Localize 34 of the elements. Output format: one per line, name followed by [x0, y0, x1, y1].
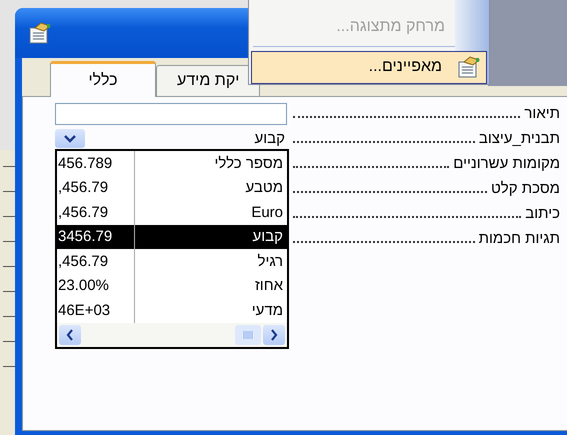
property-label: מקומות עשרוניים [453, 155, 560, 172]
format-name: מדעי [250, 302, 284, 319]
properties-icon [29, 22, 51, 44]
property-label: כיתוב [525, 205, 560, 222]
sample-value: 456.789 [57, 151, 135, 176]
sample-value: 23.00% [57, 274, 135, 298]
property-label: תבנית_עיצוב [478, 130, 560, 147]
chevron-left-icon [66, 328, 74, 340]
input-field[interactable] [55, 102, 287, 124]
sample-value: 3456.79 [57, 224, 135, 249]
menu-item[interactable]: מאפיינים... [251, 50, 487, 84]
chevron-down-icon [64, 134, 76, 142]
tab[interactable]: יקת מידע [156, 65, 260, 96]
property-label: תגיות חכמות [478, 230, 560, 247]
grip-icon [243, 330, 253, 338]
sample-value: ,456.79 [57, 176, 135, 200]
properties-icon [458, 56, 480, 78]
scroll-right-button[interactable] [263, 324, 285, 344]
horizontal-scrollbar[interactable] [57, 322, 287, 346]
format-name: מספר כללי [213, 154, 284, 172]
property-label: מסכת קלט [491, 180, 560, 197]
tab[interactable]: כללי [50, 61, 156, 97]
format-name: Euro [250, 204, 284, 221]
chevron-right-icon [270, 328, 278, 340]
format-name: קבוע [252, 228, 284, 246]
property-label: תיאור [524, 105, 560, 122]
format-name: אחוז [254, 277, 284, 294]
format-combo[interactable]: קבוע [55, 128, 287, 150]
sample-value: ,456.79 [57, 249, 135, 274]
scroll-thumb[interactable] [235, 324, 261, 344]
format-name: רגיל [256, 252, 284, 270]
dropdown-button[interactable] [55, 129, 85, 148]
scroll-left-button[interactable] [59, 324, 81, 344]
format-name: מטבע [244, 179, 284, 196]
